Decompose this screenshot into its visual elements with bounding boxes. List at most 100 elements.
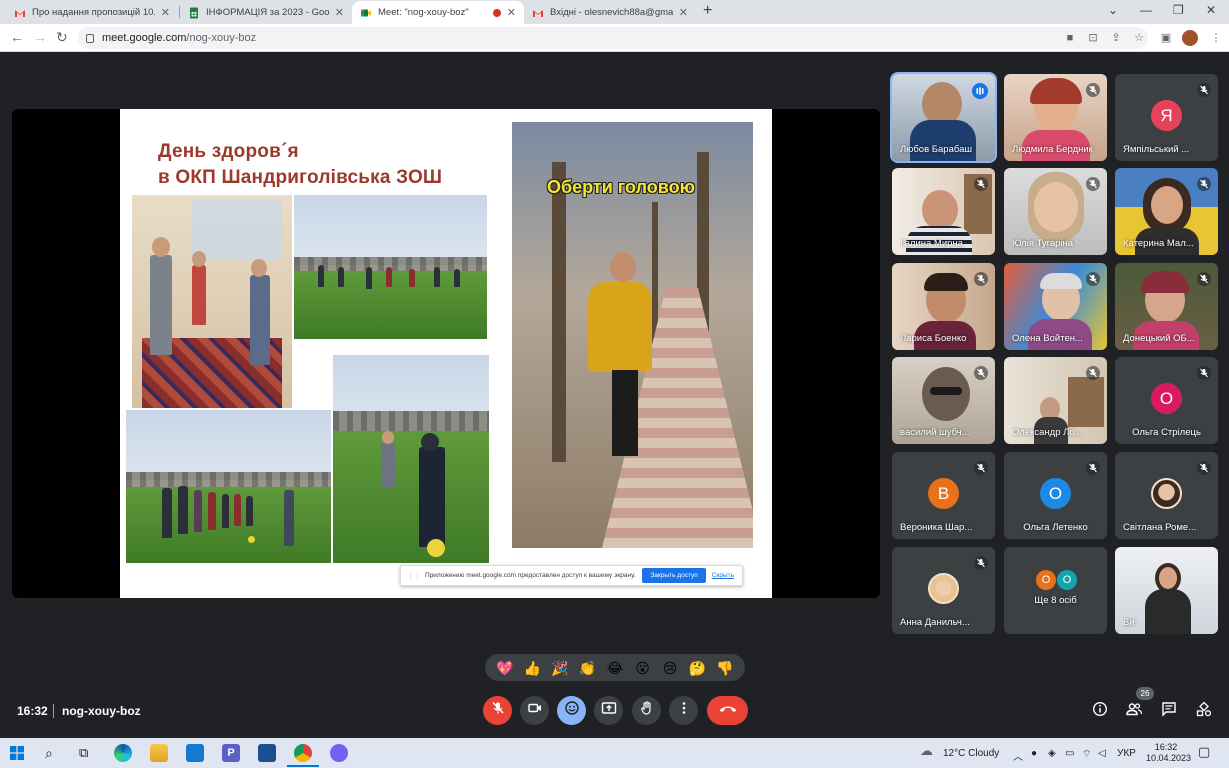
more-participants-tile[interactable]: О О Ще 8 осіб [1004, 547, 1107, 634]
side-panel-icon[interactable]: ▣ [1160, 32, 1172, 44]
mail-icon[interactable] [186, 744, 204, 762]
browser-tab-4[interactable]: Вхідні - olesnevich88a@gmail.co ✕ [524, 1, 696, 24]
grip-icon[interactable]: ⋮⋮ [407, 572, 421, 580]
participant-tile[interactable]: Олена Войтен... [1004, 263, 1107, 350]
windows-start-icon[interactable] [10, 746, 24, 760]
participant-tile[interactable]: василий шубч... [892, 357, 995, 444]
file-explorer-icon[interactable] [150, 744, 168, 762]
reaction-laugh[interactable]: 😂 [605, 658, 625, 678]
wifi-icon[interactable]: ⌔ [1082, 748, 1091, 761]
hide-notice-link[interactable]: Скрыть [712, 572, 734, 579]
activities-button[interactable] [1194, 701, 1214, 721]
reaction-heart[interactable]: 💖 [495, 658, 515, 678]
participant-tile[interactable]: Я Ямпільський ... [1115, 74, 1218, 161]
slide-photo-field-2 [126, 410, 331, 563]
participant-tile[interactable]: В Вероника Шар... [892, 452, 995, 539]
slide-title: День здоров´я в ОКП Шандриголівська ЗОШ [158, 139, 442, 191]
weather-text[interactable]: 12°C Cloudy [943, 748, 999, 759]
reaction-sad[interactable]: 😢 [660, 658, 680, 678]
tab-search-icon[interactable]: ⌄ [1108, 3, 1118, 17]
tray-mic-icon[interactable]: ● [1031, 748, 1037, 759]
reaction-clap[interactable]: 👏 [577, 658, 597, 678]
search-icon[interactable]: ⌕ [45, 745, 53, 762]
bookmark-star-icon[interactable]: ☆ [1133, 32, 1145, 44]
browser-tab-2[interactable]: ІНФОРМАЦІЯ за 2023 - Google ✕ [180, 1, 352, 24]
more-options-button[interactable] [669, 696, 698, 725]
share-icon[interactable]: ⇪ [1110, 32, 1122, 44]
stop-sharing-button[interactable]: Закрыть доступ [642, 568, 706, 583]
participant-tile[interactable]: Анна Данильч... [892, 547, 995, 634]
reaction-thinking[interactable]: 🤔 [688, 658, 708, 678]
participant-tile[interactable]: О Ольга Стрілець [1115, 357, 1218, 444]
reaction-thumbs-up[interactable]: 👍 [522, 658, 542, 678]
url-path: /nog-xouy-boz [186, 32, 257, 44]
minimize-icon[interactable]: — [1140, 3, 1152, 17]
input-language[interactable]: УКР [1117, 748, 1136, 759]
mic-off-icon [490, 700, 506, 721]
mic-off-icon [1197, 461, 1211, 475]
meeting-details-button[interactable] [1090, 701, 1110, 721]
app-p-icon[interactable]: P [222, 744, 240, 762]
chrome-icon[interactable] [294, 744, 312, 762]
close-window-icon[interactable]: ✕ [1206, 3, 1216, 17]
present-now-button[interactable] [594, 696, 623, 725]
notifications-icon[interactable]: ▢ [1198, 744, 1210, 760]
reaction-surprised[interactable]: 😮 [633, 658, 653, 678]
close-icon[interactable]: ✕ [161, 6, 170, 19]
profile-avatar[interactable] [1182, 30, 1198, 46]
participant-tile[interactable]: Донецький ОБ... [1115, 263, 1218, 350]
viber-icon[interactable] [330, 744, 348, 762]
mic-off-icon [1086, 272, 1100, 286]
tray-chevron-icon[interactable]: ︿ [1013, 748, 1023, 763]
reload-icon[interactable]: ↻ [56, 29, 68, 46]
browser-tab-1[interactable]: Про надання пропозицій 10.04 ✕ [6, 1, 178, 24]
participant-tile[interactable]: Світлана Роме... [1115, 452, 1218, 539]
security-shield-icon[interactable] [258, 744, 276, 762]
task-view-icon[interactable]: ⧉ [79, 745, 88, 761]
raise-hand-button[interactable] [632, 696, 661, 725]
close-icon[interactable]: ✕ [507, 6, 516, 19]
participant-tile[interactable]: Людмила Бердник [1004, 74, 1107, 161]
recording-icon [492, 8, 501, 17]
toggle-mic-button[interactable] [483, 696, 512, 725]
camera-in-use-icon[interactable]: ■ [1064, 32, 1076, 44]
mic-off-icon [1197, 177, 1211, 191]
participant-tile[interactable]: Галина Мирна [892, 168, 995, 255]
menu-dots-icon[interactable]: ⋮ [1210, 32, 1222, 44]
participant-tile[interactable]: Олександр Ло... [1004, 357, 1107, 444]
screen-share-notice: ⋮⋮ Приложению meet.google.com предоставл… [400, 565, 743, 586]
browser-tab-3[interactable]: Meet: "nog-xouy-boz" ✕ [352, 1, 524, 24]
reaction-thumbs-down[interactable]: 👎 [715, 658, 735, 678]
participant-tile[interactable]: Любов Барабаш [890, 72, 997, 163]
chat-button[interactable] [1159, 701, 1179, 721]
back-icon[interactable]: ← [10, 29, 24, 45]
taskbar-clock[interactable]: 16:32 10.04.2023 [1146, 742, 1191, 764]
tab-title: Meet: "nog-xouy-boz" [378, 7, 469, 18]
volume-icon[interactable]: ◁ [1098, 748, 1106, 759]
address-bar[interactable]: meet.google.com/nog-xouy-boz [78, 27, 1148, 49]
forward-icon[interactable]: → [33, 29, 47, 45]
toggle-camera-button[interactable] [520, 696, 549, 725]
restore-icon[interactable]: ❐ [1173, 3, 1184, 17]
participant-tile[interactable]: Катерина Мал... [1115, 168, 1218, 255]
leave-call-button[interactable] [707, 696, 748, 725]
tray-security-icon[interactable]: ◈ [1048, 748, 1056, 759]
reactions-button[interactable] [557, 696, 586, 725]
slide-title-line-1: День здоров´я [158, 141, 299, 162]
participant-tile[interactable]: О Ольга Летенко [1004, 452, 1107, 539]
participant-tile[interactable]: Лариса Боенко [892, 263, 995, 350]
participant-tile[interactable]: Юлія Тугаріна [1004, 168, 1107, 255]
new-tab-button[interactable]: + [703, 2, 712, 20]
self-view-tile[interactable]: Ви [1115, 547, 1218, 634]
tab-title: Про надання пропозицій 10.04 [32, 7, 155, 18]
battery-icon[interactable]: ▭ [1065, 748, 1074, 759]
mic-off-icon [974, 461, 988, 475]
close-icon[interactable]: ✕ [335, 6, 344, 19]
people-count-badge: 26 [1136, 687, 1154, 700]
close-icon[interactable]: ✕ [679, 6, 688, 19]
sheets-icon [188, 7, 200, 19]
show-everyone-button[interactable] [1124, 701, 1144, 721]
reaction-party[interactable]: 🎉 [550, 658, 570, 678]
translate-icon[interactable]: ⊡ [1087, 32, 1099, 44]
edge-icon[interactable] [114, 744, 132, 762]
